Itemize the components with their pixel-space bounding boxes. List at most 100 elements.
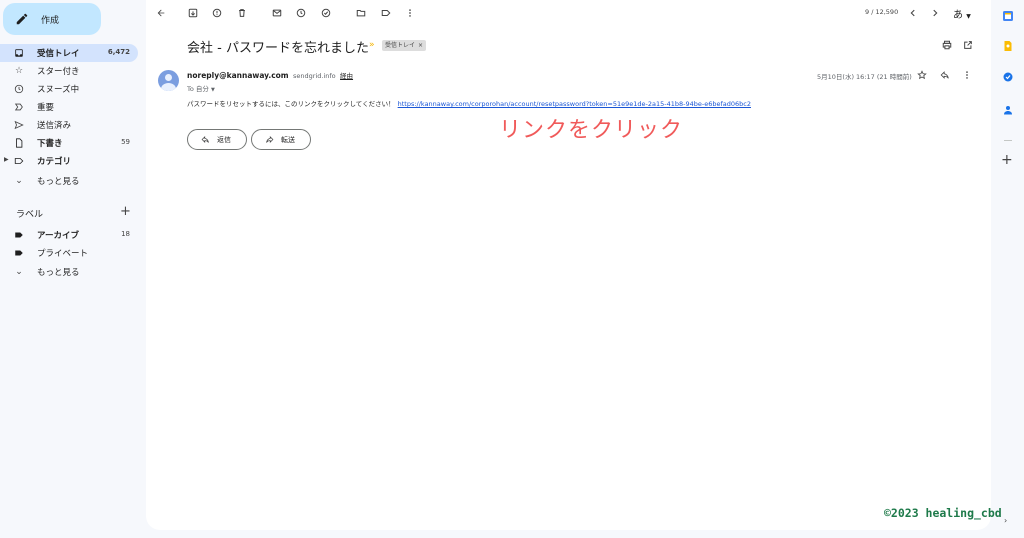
sidebar-item-label: もっと見る xyxy=(37,177,80,187)
sidebar-labels-more[interactable]: ⌄ もっと見る xyxy=(0,263,138,281)
reply-button[interactable]: 返信 xyxy=(187,129,247,150)
chevron-right-icon xyxy=(933,9,938,17)
label-icon xyxy=(14,156,24,166)
labels-heading: ラベル xyxy=(16,210,44,220)
report-spam-button[interactable] xyxy=(210,6,224,20)
contacts-icon[interactable] xyxy=(1002,104,1014,116)
newer-button[interactable] xyxy=(906,6,920,20)
sidebar-item-label: もっと見る xyxy=(37,268,80,278)
get-addons-button[interactable]: + xyxy=(1001,152,1013,168)
sidebar-item-label: プライベート xyxy=(37,249,89,259)
unread-count: 6,472 xyxy=(107,48,130,56)
sidebar-item-categories[interactable]: ▶ カテゴリ xyxy=(0,152,138,170)
reply-icon xyxy=(201,135,209,144)
sidebar-item-label: 重要 xyxy=(37,103,55,113)
clock-icon xyxy=(296,8,306,18)
via-domain: sendgrid.info xyxy=(293,72,336,80)
sidebar-item-label: 送信済み xyxy=(37,121,72,131)
sidebar-item-more[interactable]: ⌄ もっと見る xyxy=(0,172,138,190)
inbox-label-chip[interactable]: 受信トレイ × xyxy=(382,40,427,51)
sidebar-item-label: 受信トレイ xyxy=(37,49,80,59)
draft-count: 59 xyxy=(121,138,130,146)
chevron-left-icon xyxy=(910,9,915,17)
important-icon xyxy=(14,102,24,112)
chevron-down-icon: ⌄ xyxy=(15,267,23,277)
compose-label: 作成 xyxy=(41,15,60,26)
email-body: パスワードをリセットするには、このリンクをクリックしてください！ https://… xyxy=(187,98,751,108)
print-button[interactable] xyxy=(940,38,954,52)
reply-icon xyxy=(940,71,949,79)
older-button[interactable] xyxy=(928,6,942,20)
input-tools-button[interactable]: あ ▼ xyxy=(953,6,971,21)
open-in-new-icon xyxy=(964,41,972,49)
sender-email[interactable]: noreply@kannaway.com xyxy=(187,71,289,80)
rail-divider xyxy=(1004,140,1012,141)
sidebar-item-drafts[interactable]: 下書き 59 xyxy=(0,134,138,152)
via-label-link[interactable]: 経由 xyxy=(340,72,353,80)
sidebar-label-archive[interactable]: アーカイブ 18 xyxy=(0,226,138,244)
sidebar-item-snoozed[interactable]: スヌーズ中 xyxy=(0,80,138,98)
archive-button[interactable] xyxy=(186,6,200,20)
add-task-button[interactable] xyxy=(319,6,333,20)
body-text: パスワードをリセットするには、このリンクをクリックしてください！ xyxy=(187,100,395,108)
calendar-icon[interactable] xyxy=(1002,10,1014,22)
clock-icon xyxy=(14,84,24,94)
sidebar-item-label: カテゴリ xyxy=(37,157,72,167)
more-options-button[interactable] xyxy=(403,6,417,20)
back-button[interactable] xyxy=(154,6,168,20)
add-label-button[interactable]: + xyxy=(120,204,131,219)
trash-icon xyxy=(239,9,245,17)
mark-unread-button[interactable] xyxy=(270,6,284,20)
sidebar-item-sent[interactable]: 送信済み xyxy=(0,116,138,134)
reply-label: 返信 xyxy=(217,135,231,144)
arrow-left-icon xyxy=(157,9,165,17)
open-new-window-button[interactable] xyxy=(961,38,975,52)
label-icon xyxy=(381,10,391,16)
input-lang-label: あ xyxy=(953,10,963,21)
email-subject: 会社 - パスワードを忘れました xyxy=(187,41,369,56)
watermark: ©2023 healing_cbd xyxy=(884,506,1002,520)
chip-remove-button[interactable]: × xyxy=(418,42,423,49)
forward-label: 転送 xyxy=(281,135,295,144)
compose-button[interactable]: 作成 xyxy=(3,3,101,35)
reply-icon-button[interactable] xyxy=(938,68,952,82)
sidebar-item-starred[interactable]: ☆ スター付き xyxy=(0,62,138,80)
chevron-right-icon[interactable]: › xyxy=(1004,516,1007,525)
sidebar-item-important[interactable]: 重要 xyxy=(0,98,138,116)
more-vert-icon xyxy=(966,71,968,79)
sidebar-item-label: スヌーズ中 xyxy=(37,85,80,95)
sender-line: noreply@kannaway.com sendgrid.info 経由 xyxy=(187,70,353,80)
delete-button[interactable] xyxy=(235,6,249,20)
move-to-button[interactable] xyxy=(354,6,368,20)
forward-button[interactable]: 転送 xyxy=(251,129,311,150)
print-icon xyxy=(942,40,952,50)
more-vert-icon xyxy=(409,9,411,17)
folder-move-icon xyxy=(356,10,366,17)
sidebar-label-private[interactable]: プライベート xyxy=(0,244,138,262)
star-button[interactable] xyxy=(915,68,929,82)
important-marker-icon[interactable]: » xyxy=(369,40,375,50)
tasks-icon[interactable] xyxy=(1002,71,1014,83)
send-icon xyxy=(14,120,24,130)
caret-right-icon[interactable]: ▶ xyxy=(4,156,9,163)
page-count: 9 / 12,590 xyxy=(865,8,899,16)
sidebar-item-label: スター付き xyxy=(37,67,80,77)
label-tag-icon xyxy=(14,230,24,240)
avatar[interactable] xyxy=(158,70,179,91)
task-check-icon xyxy=(321,8,331,18)
report-icon xyxy=(212,8,222,18)
snooze-button[interactable] xyxy=(294,6,308,20)
annotation-text: リンクをクリック xyxy=(499,118,684,143)
reset-password-link[interactable]: https://kannaway.com/corporohan/account/… xyxy=(398,100,751,108)
sidebar-item-inbox[interactable]: 受信トレイ 6,472 xyxy=(0,44,138,62)
message-more-button[interactable] xyxy=(960,68,974,82)
sidebar-item-label: アーカイブ xyxy=(37,231,79,241)
to-recipient: To 自分 xyxy=(187,85,209,93)
side-panel-rail: + › xyxy=(991,0,1024,538)
label-tag-icon xyxy=(14,248,24,258)
labels-button[interactable] xyxy=(379,6,393,20)
caret-down-icon: ▼ xyxy=(966,13,971,20)
recipient-line[interactable]: To 自分 ▼ xyxy=(187,83,215,93)
keep-icon[interactable] xyxy=(1002,40,1014,52)
label-count: 18 xyxy=(121,230,130,238)
